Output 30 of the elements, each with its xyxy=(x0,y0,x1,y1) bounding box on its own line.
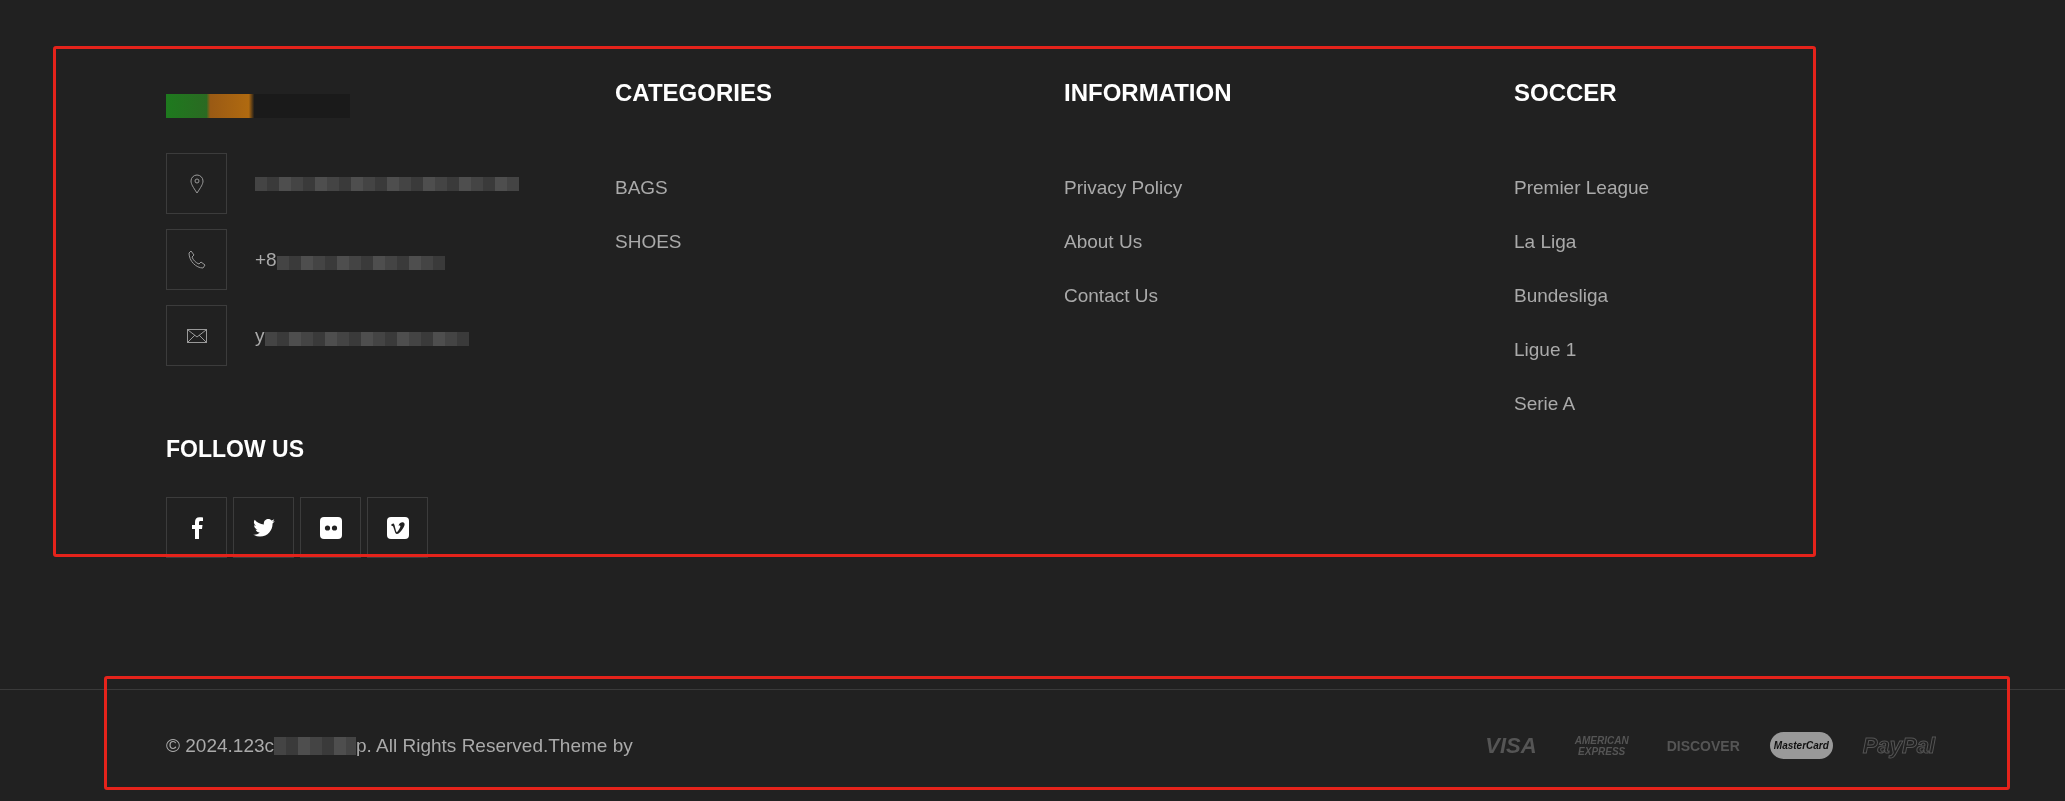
mastercard-logo: MasterCard xyxy=(1769,732,1833,759)
footer-link[interactable]: La Liga xyxy=(1514,230,1577,254)
location-pin-icon xyxy=(189,173,204,194)
footer-link[interactable]: BAGS xyxy=(615,176,668,200)
footer-link[interactable]: Bundesliga xyxy=(1514,284,1609,308)
phone-icon xyxy=(186,249,207,270)
copyright-text: © 2024.123c xyxy=(166,734,275,757)
footer-link[interactable]: Premier League xyxy=(1514,176,1650,200)
vimeo-button[interactable] xyxy=(367,497,428,558)
flickr-button[interactable] xyxy=(300,497,361,558)
two-dots-icon xyxy=(319,516,342,539)
footer-link[interactable]: About Us xyxy=(1064,230,1143,254)
bird-icon xyxy=(252,518,275,537)
footer-link[interactable]: SHOES xyxy=(615,230,682,254)
contact-text: y xyxy=(255,324,265,347)
column-heading: SOCCER xyxy=(1514,78,1618,108)
follow-heading: FOLLOW US xyxy=(166,435,305,464)
footer-link[interactable]: Ligue 1 xyxy=(1514,338,1577,362)
footer-link[interactable]: Serie A xyxy=(1514,392,1576,416)
facebook-icon xyxy=(190,516,203,539)
facebook-button[interactable] xyxy=(166,497,227,558)
vimeo-icon xyxy=(386,516,409,539)
footer-link[interactable]: Contact Us xyxy=(1064,284,1158,308)
column-heading: CATEGORIES xyxy=(615,78,773,108)
copyright-text: p. All Rights Reserved.Theme by xyxy=(356,734,633,757)
column-heading: INFORMATION xyxy=(1064,78,1233,108)
envelope-icon xyxy=(186,328,207,343)
contact-text: +8 xyxy=(255,248,277,271)
twitter-button[interactable] xyxy=(233,497,294,558)
footer-link[interactable]: Privacy Policy xyxy=(1064,176,1183,200)
